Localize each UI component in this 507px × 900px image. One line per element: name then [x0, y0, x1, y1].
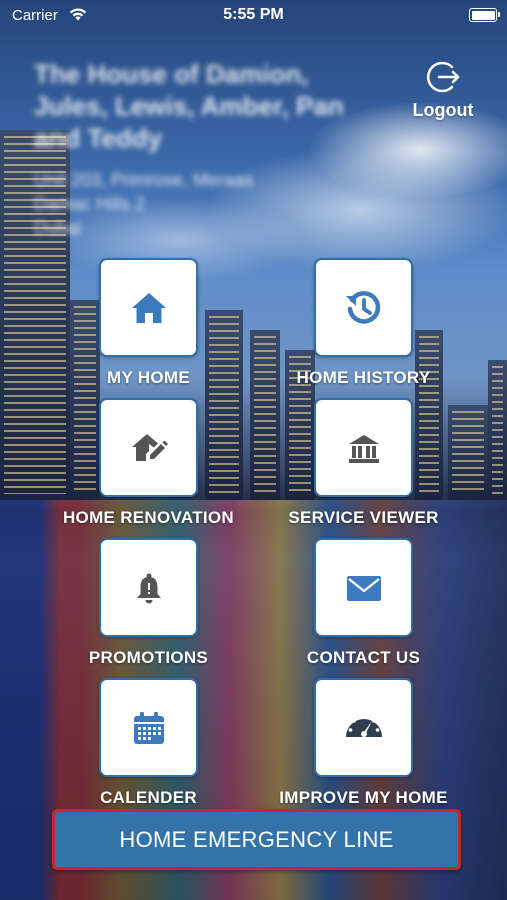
tile-home-history[interactable]: HOME HISTORY	[297, 258, 430, 387]
tile-contact-us[interactable]: CONTACT US	[307, 538, 420, 667]
calendar-icon	[133, 711, 164, 744]
tile-promotions[interactable]: PROMOTIONS	[89, 538, 208, 667]
home-icon	[131, 292, 166, 323]
history-icon	[345, 290, 380, 324]
tile-my-home-box[interactable]	[99, 258, 198, 357]
gauge-icon	[345, 714, 382, 737]
building-silhouette	[415, 330, 443, 500]
envelope-icon	[346, 575, 381, 601]
tile-home-history-label: HOME HISTORY	[296, 368, 431, 387]
tile-contact-us-box[interactable]	[314, 538, 413, 637]
tile-home-renovation-box[interactable]	[99, 398, 198, 497]
home-emergency-line-button[interactable]: HOME EMERGENCY LINE	[52, 809, 461, 870]
home-edit-icon	[131, 433, 168, 461]
building-silhouette	[205, 310, 243, 500]
logout-label: Logout	[412, 100, 474, 120]
tile-contact-us-label: CONTACT US	[306, 648, 421, 667]
status-time: 5:55 PM	[223, 6, 284, 23]
tile-calender[interactable]: CALENDER	[99, 678, 198, 807]
owner-name-line: and Teddy	[34, 123, 163, 153]
tile-service-viewer-label: SERVICE VIEWER	[288, 508, 439, 527]
tile-improve-my-home-label: IMPROVE MY HOME	[279, 788, 448, 807]
tile-service-viewer[interactable]: SERVICE VIEWER	[288, 398, 438, 527]
tile-home-history-box[interactable]	[314, 258, 413, 357]
building-silhouette	[70, 300, 100, 500]
owner-name: The House of Damion, Jules, Lewis, Amber…	[34, 58, 344, 154]
tile-improve-my-home[interactable]: IMPROVE MY HOME	[279, 678, 447, 807]
battery-icon	[469, 8, 500, 22]
address-line: Dubai	[34, 218, 82, 238]
address-line: Unit 203, Primrose, Meraas	[34, 170, 254, 190]
logout-button[interactable]: Logout	[407, 56, 479, 121]
tile-my-home[interactable]: MY HOME	[99, 258, 198, 387]
owner-address: Unit 203, Primrose, Meraas Damac Hills 2…	[34, 168, 253, 240]
tile-improve-my-home-box[interactable]	[314, 678, 413, 777]
building-icon	[348, 434, 379, 463]
home-emergency-line-label: HOME EMERGENCY LINE	[119, 826, 394, 852]
bell-icon	[136, 573, 161, 603]
tile-service-viewer-box[interactable]	[314, 398, 413, 497]
building-silhouette	[448, 405, 488, 500]
tile-promotions-box[interactable]	[99, 538, 198, 637]
owner-name-line: The House of Damion,	[34, 59, 309, 89]
address-line: Damac Hills 2	[34, 194, 146, 214]
tile-home-renovation[interactable]: HOME RENOVATION	[63, 398, 234, 527]
owner-name-line: Jules, Lewis, Amber, Pan	[34, 91, 344, 121]
building-silhouette	[250, 330, 280, 500]
tile-calender-box[interactable]	[99, 678, 198, 777]
status-bar: Carrier 5:55 PM	[0, 0, 507, 32]
logout-icon	[426, 61, 460, 93]
